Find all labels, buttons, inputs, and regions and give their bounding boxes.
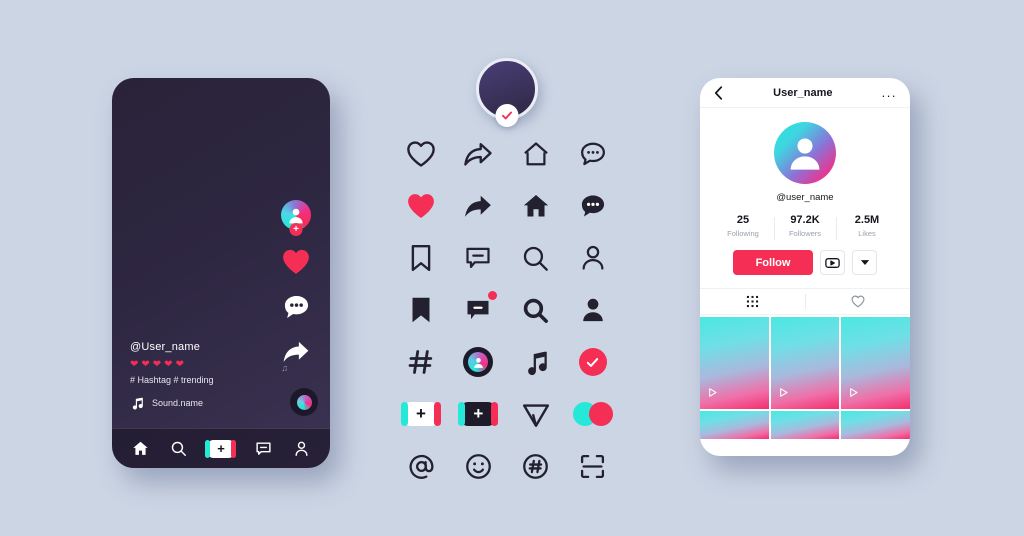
profile-stats: 25 Following 97.2K Followers 2.5M Likes: [700, 214, 910, 240]
home-filled-icon[interactable]: [132, 440, 149, 457]
video-thumb[interactable]: [700, 317, 769, 409]
mention-icon[interactable]: [398, 443, 444, 489]
more-menu-icon[interactable]: ...: [882, 86, 897, 99]
play-icon: [778, 385, 789, 403]
play-icon: [707, 385, 718, 403]
comment-outline-icon[interactable]: [255, 440, 272, 457]
stat-value: 25: [736, 214, 750, 226]
icon-row-1: [398, 128, 616, 180]
person-outline-icon[interactable]: [570, 235, 616, 281]
icon-row-4: [398, 284, 616, 336]
feed-phone: + @User_name ❤ ❤ ❤ ❤ ❤ # Hashtag # trending …: [112, 78, 330, 468]
stat-label: Followers: [788, 229, 822, 238]
stat-likes[interactable]: 2.5M Likes: [836, 214, 898, 240]
video-thumb[interactable]: [841, 317, 910, 409]
feed-hashtags[interactable]: # Hashtag # trending: [130, 375, 280, 385]
page-title: User_name: [773, 86, 833, 99]
avatar[interactable]: [774, 122, 836, 184]
tab-liked[interactable]: [805, 289, 910, 314]
music-note-icon[interactable]: [513, 339, 559, 385]
stat-following[interactable]: 25 Following: [712, 214, 774, 238]
create-light-icon[interactable]: +: [398, 391, 444, 437]
video-grid: [700, 317, 910, 439]
share-filled-icon[interactable]: [455, 183, 501, 229]
music-note-icon: [132, 397, 143, 410]
tab-grid[interactable]: [700, 289, 805, 314]
search-filled-icon[interactable]: [513, 287, 559, 333]
profile-block: @user_name 25 Following 97.2K Followers …: [700, 108, 910, 439]
icon-row-6: + +: [398, 388, 616, 440]
profile-actions: Follow: [700, 250, 910, 275]
person-outline-icon[interactable]: [293, 440, 310, 457]
video-thumb[interactable]: [770, 317, 840, 409]
stat-followers[interactable]: 97.2K Followers: [774, 214, 836, 240]
bookmark-filled-icon[interactable]: [398, 287, 444, 333]
search-icon[interactable]: [170, 440, 187, 457]
home-outline-icon[interactable]: [513, 131, 559, 177]
more-options-button[interactable]: [852, 250, 877, 275]
send-outline-icon[interactable]: [513, 391, 559, 437]
play-icon: [848, 385, 859, 403]
verified-avatar-badge: [476, 58, 538, 127]
create-dark-icon[interactable]: +: [455, 391, 501, 437]
video-thumb[interactable]: [700, 411, 769, 439]
plus-create-icon[interactable]: +: [205, 439, 237, 458]
music-note-icon: ♫: [281, 363, 288, 373]
profile-handle: @user_name: [776, 192, 834, 203]
icon-row-7: [398, 440, 616, 492]
hashtag-circle-icon[interactable]: [513, 443, 559, 489]
comment-outline-icon[interactable]: [455, 235, 501, 281]
profile-header: User_name ...: [700, 78, 910, 108]
icon-row-3: [398, 232, 616, 284]
feed-caption-block: @User_name ❤ ❤ ❤ ❤ ❤ # Hashtag # trending So…: [130, 341, 280, 410]
chat-outline-icon[interactable]: [570, 131, 616, 177]
profile-tabs: [700, 288, 910, 315]
person-filled-icon[interactable]: [570, 287, 616, 333]
avatar-icon[interactable]: [455, 339, 501, 385]
comment-notification-icon[interactable]: [455, 287, 501, 333]
search-outline-icon[interactable]: [513, 235, 559, 281]
plus-badge: +: [289, 223, 303, 236]
profile-phone: User_name ... @user_name 25 Following 97…: [700, 78, 910, 456]
check-icon: [495, 104, 519, 127]
duo-circles-icon[interactable]: [570, 391, 616, 437]
back-chevron-icon[interactable]: [713, 85, 724, 100]
grid-dots-icon: [746, 295, 759, 308]
stat-label: Likes: [858, 229, 876, 238]
icon-row-2: [398, 180, 616, 232]
feed-sound-name: Sound.name: [152, 398, 204, 408]
icon-row-5: [398, 336, 616, 388]
heart-row: ❤ ❤ ❤ ❤ ❤: [130, 359, 184, 370]
home-filled-icon[interactable]: [513, 183, 559, 229]
bottom-nav: +: [112, 428, 330, 468]
comment-filled-icon[interactable]: [282, 293, 311, 321]
notification-dot: [488, 291, 498, 300]
feed-username[interactable]: @User_name: [130, 341, 280, 353]
bookmark-outline-icon[interactable]: [398, 235, 444, 281]
video-message-button[interactable]: [820, 250, 845, 275]
video-thumb[interactable]: [841, 411, 910, 439]
icon-grid: + +: [398, 128, 616, 492]
chat-filled-icon[interactable]: [570, 183, 616, 229]
heart-filled-icon[interactable]: [281, 248, 311, 275]
sound-disc[interactable]: [290, 388, 318, 416]
stat-value: 97.2K: [790, 214, 820, 226]
share-arrow-icon[interactable]: [281, 339, 311, 365]
feed-action-rail: +: [276, 200, 316, 365]
heart-outline-icon[interactable]: [398, 131, 444, 177]
hashtag-icon[interactable]: [398, 339, 444, 385]
share-outline-icon[interactable]: [455, 131, 501, 177]
stat-value: 2.5M: [854, 214, 880, 226]
check-circle-icon[interactable]: [570, 339, 616, 385]
poster-canvas: + @User_name ❤ ❤ ❤ ❤ ❤ # Hashtag # trending …: [0, 0, 1024, 536]
avatar-follow-icon[interactable]: +: [281, 200, 311, 236]
video-thumb[interactable]: [770, 411, 840, 439]
heart-filled-icon[interactable]: [398, 183, 444, 229]
follow-button[interactable]: Follow: [733, 250, 813, 275]
scan-icon[interactable]: [570, 443, 616, 489]
feed-sound-row[interactable]: Sound.name: [130, 396, 280, 410]
stat-label: Following: [727, 229, 759, 238]
smiley-icon[interactable]: [455, 443, 501, 489]
heart-outline-icon: [851, 295, 864, 308]
